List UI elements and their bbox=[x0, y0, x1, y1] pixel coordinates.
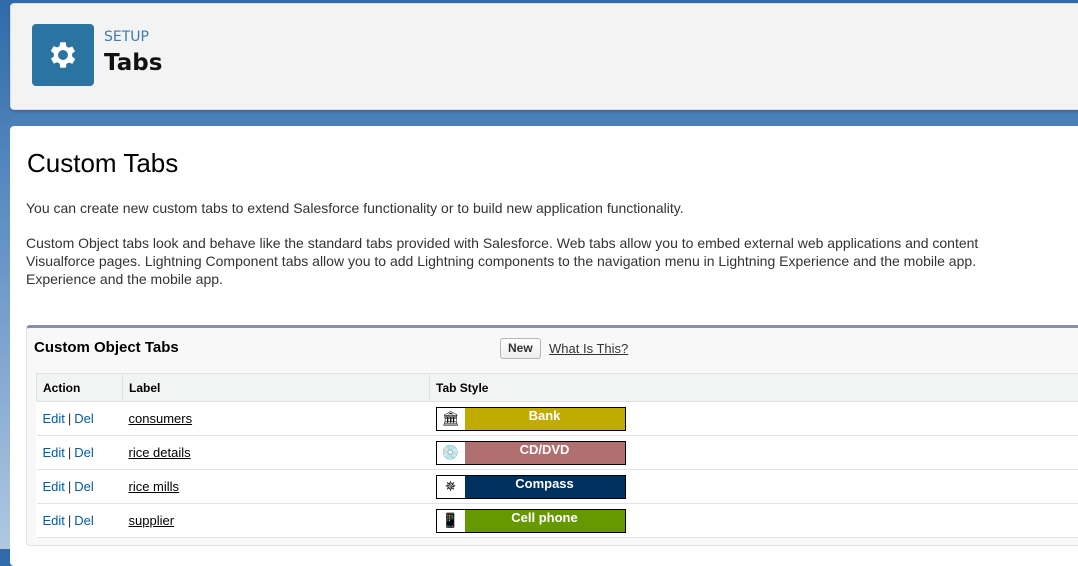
tab-style-name: Compass bbox=[465, 476, 625, 498]
tab-style-name: Bank bbox=[465, 408, 625, 430]
tab-style-swatch: 🏛Bank bbox=[436, 407, 626, 431]
separator: | bbox=[68, 411, 71, 426]
column-header-label: Label bbox=[123, 374, 430, 402]
cd-icon: 💿 bbox=[437, 442, 465, 464]
page-header: SETUP Tabs bbox=[10, 3, 1078, 110]
action-cell: Edit|Del bbox=[37, 504, 123, 538]
tab-style-name: CD/DVD bbox=[465, 442, 625, 464]
gear-icon bbox=[32, 24, 94, 86]
tab-style-swatch: 💿CD/DVD bbox=[436, 441, 626, 465]
what-is-this-link[interactable]: What Is This? bbox=[549, 341, 628, 356]
bank-icon: 🏛 bbox=[437, 408, 465, 430]
tab-label-link[interactable]: rice mills bbox=[129, 479, 180, 494]
action-cell: Edit|Del bbox=[37, 470, 123, 504]
tab-style-cell: 🏛Bank bbox=[430, 402, 1078, 436]
column-header-action: Action bbox=[37, 374, 123, 402]
column-header-tab-style: Tab Style bbox=[430, 374, 1078, 402]
breadcrumb[interactable]: SETUP bbox=[104, 29, 149, 45]
label-cell: rice mills bbox=[123, 470, 430, 504]
delete-link[interactable]: Del bbox=[74, 411, 94, 426]
label-cell: supplier bbox=[123, 504, 430, 538]
action-cell: Edit|Del bbox=[37, 436, 123, 470]
panel-title: Custom Object Tabs bbox=[34, 339, 179, 356]
tab-style-swatch: ✵Compass bbox=[436, 475, 626, 499]
tab-style-cell: 📱Cell phone bbox=[430, 504, 1078, 538]
delete-link[interactable]: Del bbox=[74, 513, 94, 528]
description-line: Visualforce pages. Lightning Component t… bbox=[26, 253, 976, 269]
custom-object-tabs-panel: Custom Object Tabs New What Is This? Act… bbox=[26, 325, 1078, 546]
delete-link[interactable]: Del bbox=[74, 479, 94, 494]
table-row: Edit|Del rice mills ✵Compass bbox=[37, 470, 1078, 504]
description-line: Experience and the mobile app. bbox=[26, 271, 223, 287]
cell-phone-icon: 📱 bbox=[437, 510, 465, 532]
edit-link[interactable]: Edit bbox=[43, 411, 65, 426]
label-cell: consumers bbox=[123, 402, 430, 436]
tabs-table: Action Label Tab Style Edit|Del consumer… bbox=[36, 373, 1078, 538]
edit-link[interactable]: Edit bbox=[43, 479, 65, 494]
edit-link[interactable]: Edit bbox=[43, 445, 65, 460]
separator: | bbox=[68, 513, 71, 528]
tab-style-cell: ✵Compass bbox=[430, 470, 1078, 504]
action-cell: Edit|Del bbox=[37, 402, 123, 436]
table-row: Edit|Del supplier 📱Cell phone bbox=[37, 504, 1078, 538]
table-row: Edit|Del rice details 💿CD/DVD bbox=[37, 436, 1078, 470]
description-line: Custom Object tabs look and behave like … bbox=[26, 235, 978, 251]
separator: | bbox=[68, 445, 71, 460]
tab-style-swatch: 📱Cell phone bbox=[436, 509, 626, 533]
tab-style-cell: 💿CD/DVD bbox=[430, 436, 1078, 470]
edit-link[interactable]: Edit bbox=[43, 513, 65, 528]
page-title: Tabs bbox=[104, 50, 162, 76]
tab-label-link[interactable]: supplier bbox=[129, 513, 175, 528]
label-cell: rice details bbox=[123, 436, 430, 470]
tab-label-link[interactable]: consumers bbox=[129, 411, 193, 426]
tab-style-name: Cell phone bbox=[465, 510, 625, 532]
section-title: Custom Tabs bbox=[27, 148, 178, 179]
main-content: Custom Tabs You can create new custom ta… bbox=[10, 126, 1078, 566]
intro-text: You can create new custom tabs to extend… bbox=[26, 200, 684, 216]
tab-label-link[interactable]: rice details bbox=[129, 445, 191, 460]
table-row: Edit|Del consumers 🏛Bank bbox=[37, 402, 1078, 436]
compass-icon: ✵ bbox=[437, 476, 465, 498]
new-button[interactable]: New bbox=[500, 338, 541, 359]
separator: | bbox=[68, 479, 71, 494]
delete-link[interactable]: Del bbox=[74, 445, 94, 460]
